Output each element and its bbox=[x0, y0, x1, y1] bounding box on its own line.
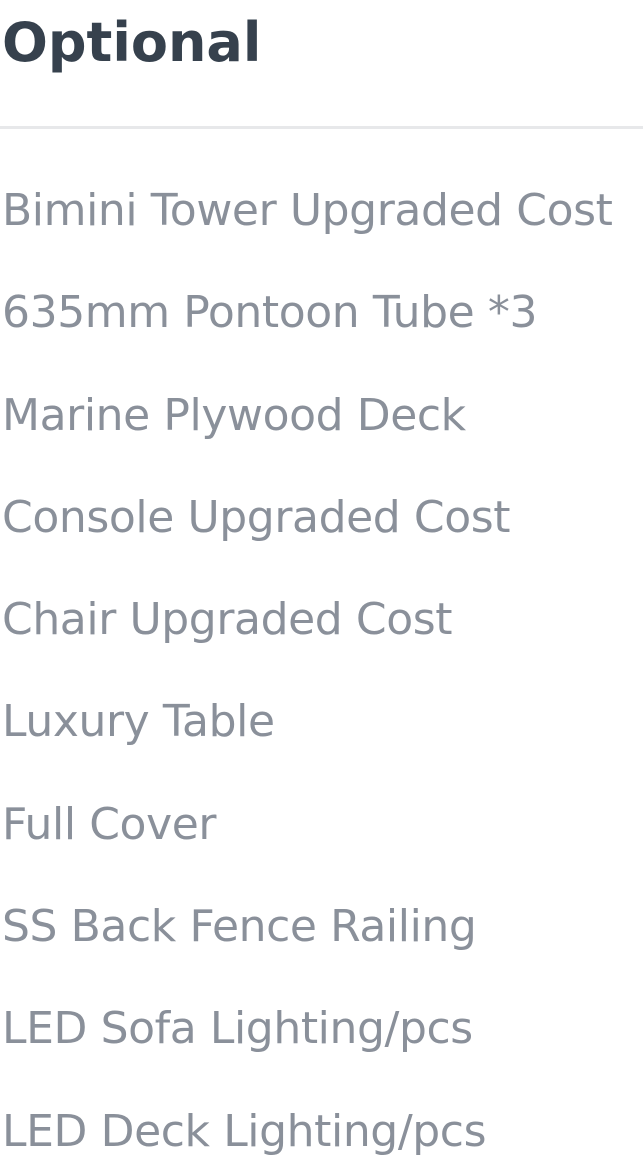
option-item-chair[interactable]: Chair Upgraded Cost bbox=[0, 569, 643, 671]
option-item-pontoon-tube[interactable]: 635mm Pontoon Tube *3 bbox=[0, 262, 643, 364]
option-item-console[interactable]: Console Upgraded Cost bbox=[0, 467, 643, 569]
options-list: Bimini Tower Upgraded Cost 635mm Pontoon… bbox=[0, 160, 643, 1161]
section-title: Optional bbox=[2, 11, 262, 74]
option-item-plywood-deck[interactable]: Marine Plywood Deck bbox=[0, 365, 643, 467]
optional-options-page: Optional Bimini Tower Upgraded Cost 635m… bbox=[0, 0, 643, 1161]
option-item-luxury-table[interactable]: Luxury Table bbox=[0, 671, 643, 773]
option-item-led-deck-lighting[interactable]: LED Deck Lighting/pcs bbox=[0, 1081, 643, 1161]
section-divider bbox=[0, 126, 643, 129]
option-item-led-sofa-lighting[interactable]: LED Sofa Lighting/pcs bbox=[0, 978, 643, 1080]
option-item-full-cover[interactable]: Full Cover bbox=[0, 774, 643, 876]
option-item-bimini-tower[interactable]: Bimini Tower Upgraded Cost bbox=[0, 160, 643, 262]
option-item-back-fence-railing[interactable]: SS Back Fence Railing bbox=[0, 876, 643, 978]
